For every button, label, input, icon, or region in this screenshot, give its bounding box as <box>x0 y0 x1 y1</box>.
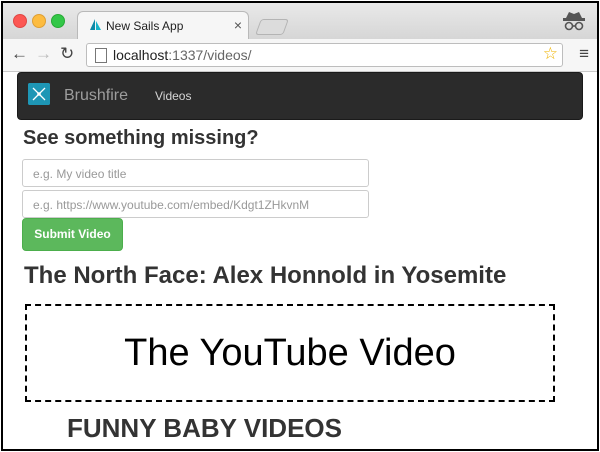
close-window-button[interactable] <box>13 14 27 28</box>
minimize-window-button[interactable] <box>32 14 46 28</box>
brushfire-logo-icon[interactable] <box>28 83 50 105</box>
browser-window: New Sails App × ← → ↻ localhost:1337/vid… <box>1 1 599 451</box>
back-arrow-icon[interactable]: ← <box>11 44 28 64</box>
close-tab-icon[interactable]: × <box>234 17 242 33</box>
submit-video-button[interactable]: Submit Video <box>22 218 123 251</box>
sails-favicon-icon <box>90 19 101 30</box>
browser-tab[interactable]: New Sails App × <box>77 11 249 40</box>
page-content: Brushfire Videos See something missing? … <box>3 72 597 449</box>
new-tab-button[interactable] <box>255 19 289 35</box>
brand-name[interactable]: Brushfire <box>64 87 128 105</box>
video-title: FUNNY BABY VIDEOS <box>67 413 342 443</box>
embed-placeholder-text: The YouTube Video <box>124 331 456 374</box>
nav-link-videos[interactable]: Videos <box>155 89 191 103</box>
app-navbar: Brushfire Videos <box>17 72 583 120</box>
reload-icon[interactable]: ↻ <box>60 44 74 64</box>
address-bar[interactable]: localhost:1337/videos/ ☆ <box>86 43 563 67</box>
browser-toolbar: ← → ↻ localhost:1337/videos/ ☆ ≡ <box>3 39 597 72</box>
add-video-heading: See something missing? <box>23 127 259 149</box>
video-title-input[interactable]: e.g. My video title <box>22 159 369 187</box>
zoom-window-button[interactable] <box>51 14 65 28</box>
page-icon <box>95 48 107 63</box>
url-path: :1337/videos/ <box>168 47 252 63</box>
video-title: The North Face: Alex Honnold in Yosemite <box>24 262 507 289</box>
url-host: localhost <box>113 47 169 63</box>
browser-menu-icon[interactable]: ≡ <box>579 44 589 64</box>
incognito-icon <box>563 12 585 31</box>
forward-arrow-icon[interactable]: → <box>35 44 52 64</box>
bookmark-star-icon[interactable]: ☆ <box>543 44 558 64</box>
tab-title: New Sails App <box>106 19 184 33</box>
url-text: localhost:1337/videos/ <box>113 47 252 63</box>
video-url-input[interactable]: e.g. https://www.youtube.com/embed/Kdgt1… <box>22 190 369 218</box>
youtube-video-embed[interactable]: The YouTube Video <box>25 304 555 402</box>
title-bar: New Sails App × <box>3 3 597 40</box>
